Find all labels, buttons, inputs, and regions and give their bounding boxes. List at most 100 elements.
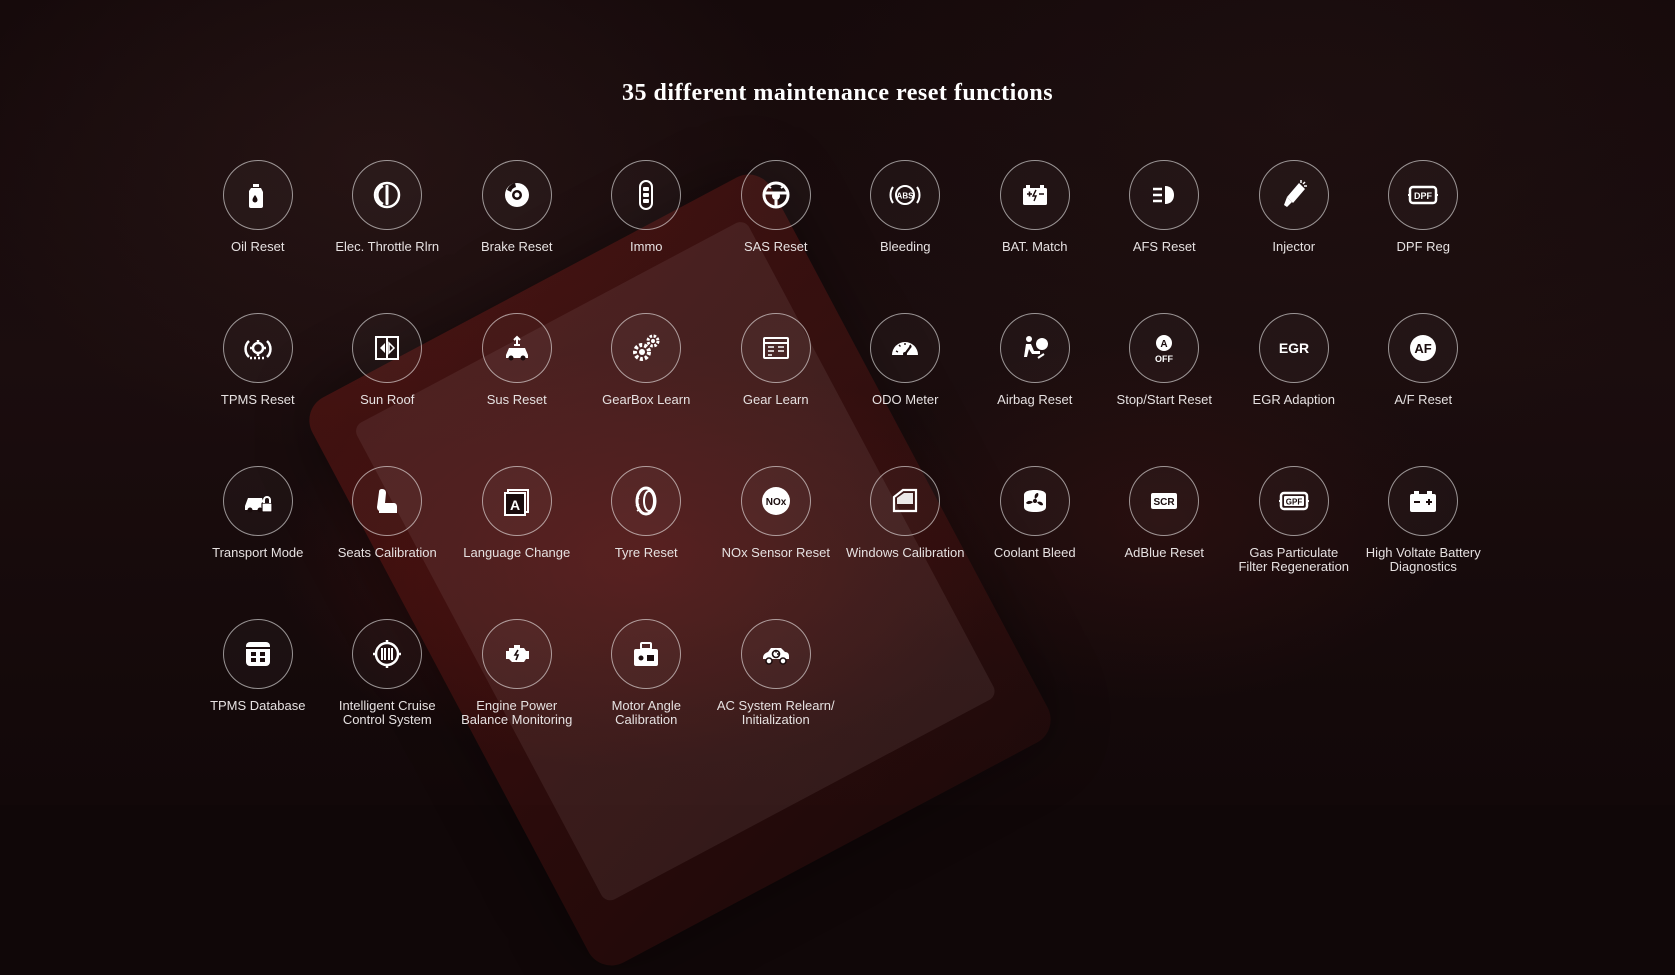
oil-can-icon [222,160,293,230]
function-item-brake-reset[interactable]: Brake Reset [452,160,582,313]
function-label: Coolant Bleed [993,545,1076,560]
injector-icon [1258,160,1329,230]
nox-sensor-icon: NOx [740,466,811,536]
function-item-gear-learn[interactable]: Gear Learn [711,313,841,466]
svg-text:A: A [1161,339,1168,350]
function-item-bleeding[interactable]: ABS Bleeding [841,160,971,313]
suspension-icon [481,313,552,383]
function-item-oil-reset[interactable]: Oil Reset [193,160,323,313]
function-label: Oil Reset [231,239,285,254]
function-label: High Voltate Battery Diagnostics [1365,545,1481,574]
key-fob-icon [611,160,682,230]
tire-pressure-icon [222,313,293,383]
function-label: EGR Adaption [1252,392,1335,407]
function-item-stop-start-reset[interactable]: A OFF Stop/Start Reset [1100,313,1230,466]
function-label: TPMS Database [210,698,306,713]
function-item-language-change[interactable]: A Language Change [452,466,582,619]
svg-text:AF: AF [1415,341,1432,356]
brake-disc-icon [481,160,552,230]
headlight-icon [1129,160,1200,230]
function-label: Gas Particulate Filter Regeneration [1238,545,1350,574]
function-item-windows-calibration[interactable]: Windows Calibration [841,466,971,619]
function-label: Windows Calibration [846,545,965,560]
page-title: 35 different maintenance reset functions [621,80,1054,106]
function-label: AC System Relearn/ Initialization [716,698,835,727]
auto-stop-off-icon: A OFF [1129,313,1200,383]
sunroof-icon [352,313,423,383]
function-label: Stop/Start Reset [1116,392,1212,407]
transport-mode-icon [222,466,293,536]
function-label: Seats Calibration [337,545,437,560]
function-label: Engine Power Balance Monitoring [461,698,573,727]
function-item-seats-calibration[interactable]: Seats Calibration [323,466,453,619]
function-label: BAT. Match [1001,239,1068,254]
engine-icon [481,619,552,689]
function-item-egr-adaption[interactable]: EGR EGR Adaption [1229,313,1359,466]
function-label: Motor Angle Calibration [611,698,681,727]
function-label: Airbag Reset [997,392,1073,407]
function-item-high-voltate-battery-diagnostics[interactable]: High Voltate Battery Diagnostics [1359,466,1489,619]
function-label: Gear Learn [742,392,809,407]
window-icon [870,466,941,536]
gears-icon [611,313,682,383]
svg-text:SCR: SCR [1154,497,1176,508]
svg-text:ABS: ABS [897,192,915,201]
ac-system-icon [740,619,811,689]
gear-learn-icon [740,313,811,383]
af-icon: AF [1388,313,1459,383]
function-item-tyre-reset[interactable]: Tyre Reset [582,466,712,619]
function-label: AFS Reset [1132,239,1196,254]
svg-text:GPF: GPF [1286,498,1303,507]
function-label: Sus Reset [486,392,547,407]
function-item-gearbox-learn[interactable]: GearBox Learn [582,313,712,466]
function-label: Immo [630,239,663,254]
function-label: SAS Reset [743,239,808,254]
function-label: A/F Reset [1394,392,1453,407]
steering-wheel-icon [740,160,811,230]
function-item-sas-reset[interactable]: SAS Reset [711,160,841,313]
function-item-motor-angle-calibration[interactable]: Motor Angle Calibration [582,619,712,772]
function-item-sus-reset[interactable]: Sus Reset [452,313,582,466]
function-item-adblue-reset[interactable]: SCR AdBlue Reset [1100,466,1230,619]
function-item-tpms-reset[interactable]: TPMS Reset [193,313,323,466]
function-item-afs-reset[interactable]: AFS Reset [1100,160,1230,313]
function-label: Brake Reset [480,239,553,254]
airbag-icon [999,313,1070,383]
function-label: Sun Roof [360,392,415,407]
dpf-icon: DPF [1388,160,1459,230]
function-item-elec-throttle-rlrn[interactable]: Elec. Throttle Rlrn [323,160,453,313]
function-item-nox-sensor-reset[interactable]: NOx NOx Sensor Reset [711,466,841,619]
function-item-bat-match[interactable]: BAT. Match [970,160,1100,313]
function-item-engine-power-balance-monitoring[interactable]: Engine Power Balance Monitoring [452,619,582,772]
throttle-icon [352,160,423,230]
svg-text:NOx: NOx [765,497,786,508]
function-item-injector[interactable]: Injector [1229,160,1359,313]
svg-text:OFF: OFF [1155,354,1173,364]
cruise-control-icon [352,619,423,689]
function-item-airbag-reset[interactable]: Airbag Reset [970,313,1100,466]
function-item-intelligent-cruise-control-system[interactable]: Intelligent Cruise Control System [323,619,453,772]
function-item-gas-particulate-filter-regeneration[interactable]: GPF Gas Particulate Filter Regeneration [1229,466,1359,619]
svg-text:A: A [510,497,520,513]
egr-icon: EGR [1258,313,1329,383]
function-label: DPF Reg [1396,239,1450,254]
odometer-icon [870,313,941,383]
function-item-sun-roof[interactable]: Sun Roof [323,313,453,466]
battery-icon [999,160,1070,230]
function-label: Tyre Reset [614,545,678,560]
function-item-a-f-reset[interactable]: AF A/F Reset [1359,313,1489,466]
tyre-icon [611,466,682,536]
scr-icon: SCR [1129,466,1200,536]
function-item-coolant-bleed[interactable]: Coolant Bleed [970,466,1100,619]
function-label: NOx Sensor Reset [721,545,830,560]
function-label: ODO Meter [872,392,939,407]
function-label: Language Change [463,545,571,560]
hv-battery-icon [1388,466,1459,536]
function-item-ac-system-relearn-initialization[interactable]: AC System Relearn/ Initialization [711,619,841,772]
function-item-immo[interactable]: Immo [582,160,712,313]
function-label: GearBox Learn [602,392,691,407]
function-item-transport-mode[interactable]: Transport Mode [193,466,323,619]
function-item-odo-meter[interactable]: ODO Meter [841,313,971,466]
function-item-dpf-reg[interactable]: DPF DPF Reg [1359,160,1489,313]
function-item-tpms-database[interactable]: TPMS Database [193,619,323,772]
